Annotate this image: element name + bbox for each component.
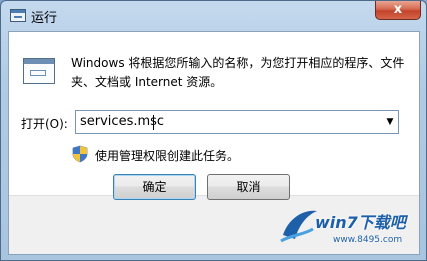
text-caret: [153, 115, 154, 130]
cancel-button[interactable]: 取消: [207, 174, 290, 200]
run-dialog-window: 运行 x Windows 将根据您所输入的名称，为您打开相应的程序、文件夹、文档…: [0, 0, 427, 261]
open-combobox[interactable]: services.msc ▼: [75, 110, 399, 134]
open-label: 打开(O):: [21, 117, 68, 131]
dialog-description: Windows 将根据您所输入的名称，为您打开相应的程序、文件夹、文档或 Int…: [71, 56, 405, 89]
uac-shield-icon: [72, 145, 88, 163]
close-button[interactable]: x: [375, 1, 421, 20]
admin-privilege-note: 使用管理权限创建此任务。: [95, 149, 240, 163]
title-bar[interactable]: 运行 x: [1, 1, 426, 31]
run-app-icon: [10, 9, 26, 22]
open-input[interactable]: services.msc: [80, 114, 164, 129]
site-watermark: win7下载吧 www.8495.com: [279, 199, 423, 255]
watermark-logo-icon: [280, 210, 317, 243]
watermark-text: win7下载吧: [315, 213, 406, 232]
ok-button[interactable]: 确定: [113, 174, 196, 200]
window-title: 运行: [31, 11, 58, 26]
dropdown-arrow-icon[interactable]: ▼: [382, 111, 398, 133]
run-program-icon: [23, 58, 55, 84]
watermark-url: www.8495.com: [333, 235, 403, 245]
